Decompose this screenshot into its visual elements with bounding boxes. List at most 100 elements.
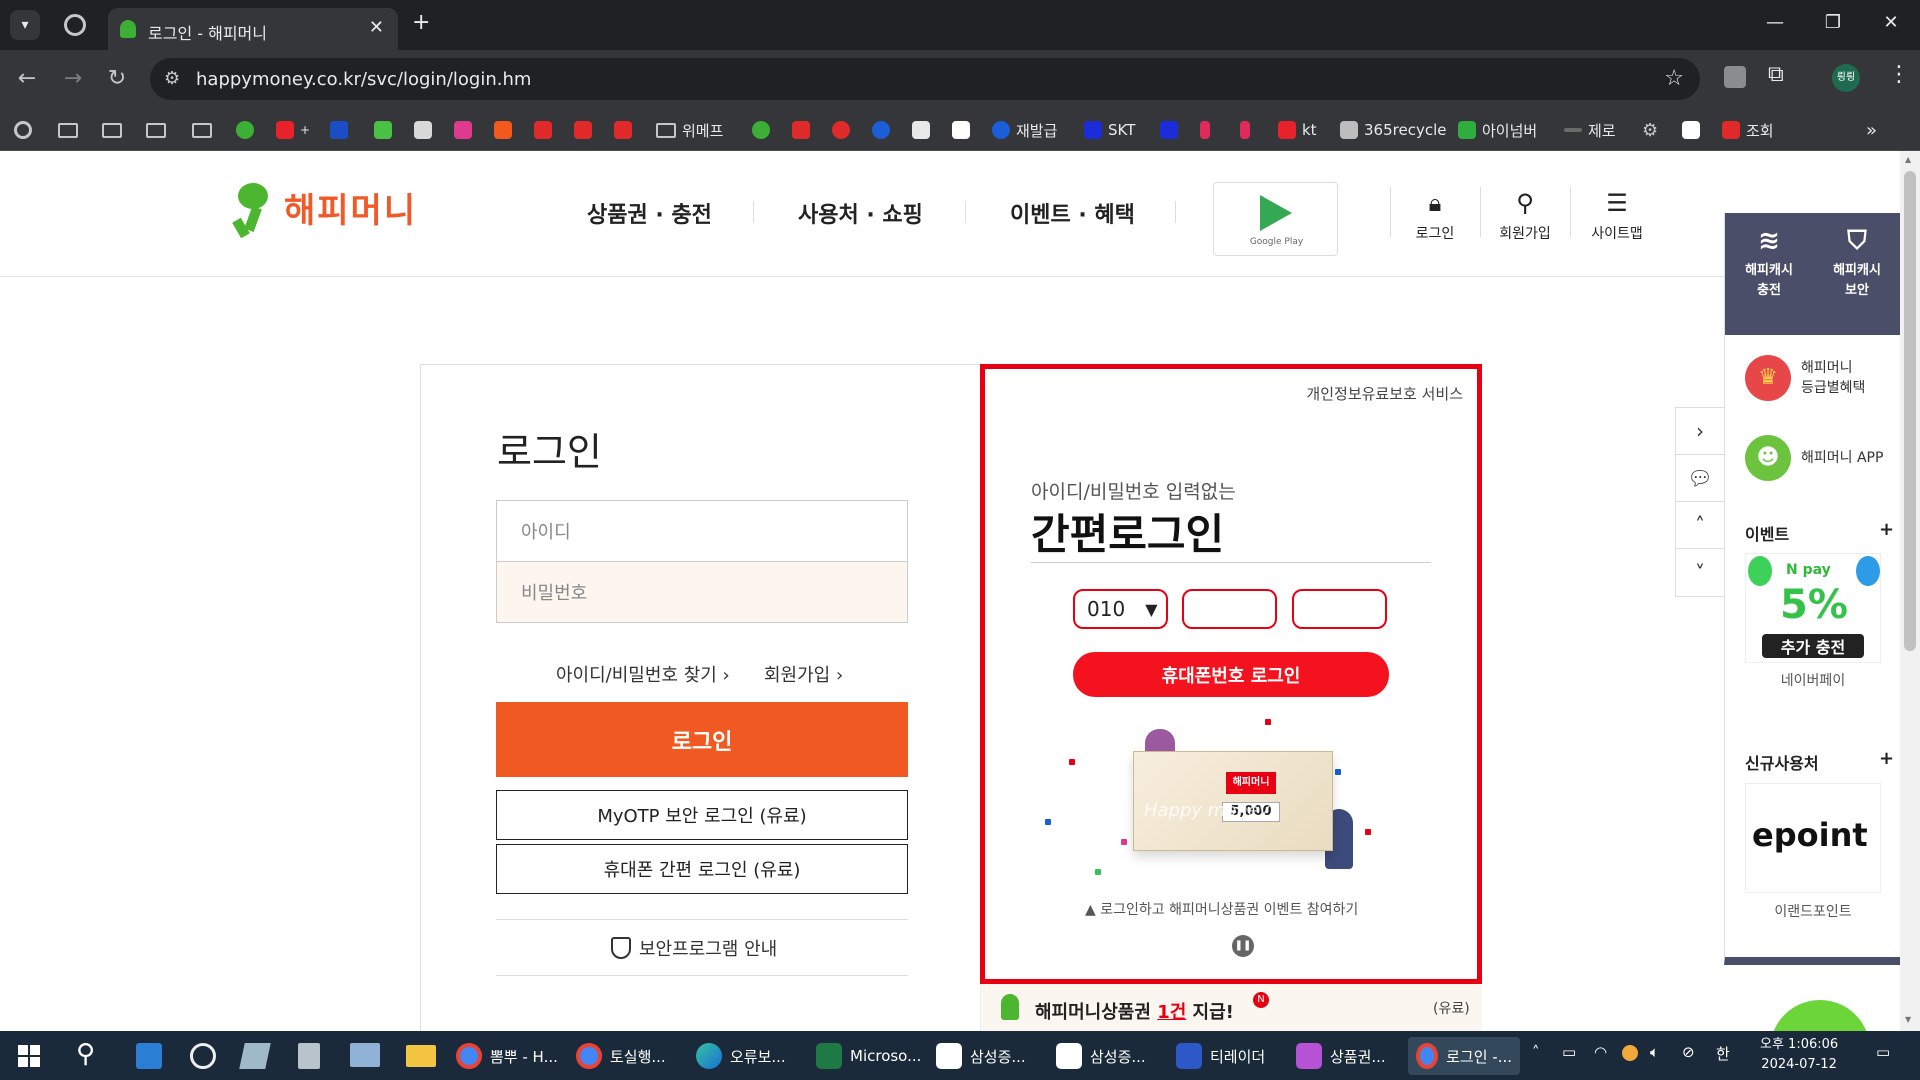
- bookmark-inumber[interactable]: 아이넘버: [1458, 118, 1537, 142]
- bookmark-site[interactable]: [534, 118, 552, 142]
- extension-icon[interactable]: [1724, 66, 1746, 88]
- myotp-login-button[interactable]: MyOTP 보안 로그인 (유료): [496, 790, 908, 840]
- close-icon[interactable]: ✕: [369, 17, 384, 38]
- wifi-icon[interactable]: ◠: [1594, 1043, 1607, 1061]
- security-program-guide-link[interactable]: 보안프로그램 안내: [611, 935, 777, 961]
- pause-icon[interactable]: ❚❚: [1232, 935, 1254, 957]
- chevron-up-icon[interactable]: ˄: [1676, 502, 1724, 549]
- bookmark-star-icon[interactable]: ☆: [1664, 66, 1684, 91]
- taskbar-item[interactable]: 토실행...: [568, 1037, 674, 1075]
- chevron-right-icon[interactable]: ›: [1676, 408, 1724, 455]
- phone-number-login-button[interactable]: 휴대폰번호 로그인: [1073, 652, 1389, 697]
- windows-start-icon[interactable]: [18, 1045, 40, 1067]
- restore-icon[interactable]: ❐: [1818, 12, 1848, 33]
- explorer-folder-icon[interactable]: [406, 1045, 436, 1067]
- taskbar-item[interactable]: 삼성증...: [928, 1037, 1034, 1075]
- bookmark-site[interactable]: [574, 118, 592, 142]
- grade-benefit-link[interactable]: ♛ 해피머니 등급별혜택: [1745, 355, 1865, 401]
- bookmark-folder-3[interactable]: [146, 118, 166, 142]
- bookmark-skt[interactable]: SKT: [1084, 118, 1135, 142]
- bookmark-site[interactable]: [236, 118, 254, 142]
- bookmark-site[interactable]: [330, 118, 348, 142]
- bottom-promo-banner[interactable]: 해피머니상품권 1건 지급! N (유료): [980, 984, 1482, 1031]
- nav-gift-charge[interactable]: 상품권 · 충전: [587, 197, 712, 229]
- bookmark-folder-1[interactable]: [58, 118, 78, 142]
- mute-icon[interactable]: ⊘: [1682, 1043, 1695, 1061]
- bookmark-gear[interactable]: ⚙: [1642, 118, 1658, 142]
- bookmark-365recycle[interactable]: 365recycle: [1340, 118, 1446, 142]
- bookmark-site[interactable]: [1200, 118, 1210, 142]
- reload-icon[interactable]: ↻: [102, 66, 132, 91]
- bookmark-site[interactable]: +: [276, 118, 310, 142]
- happymoney-app-link[interactable]: ☻ 해피머니 APP: [1745, 435, 1883, 481]
- taskbar-item[interactable]: 상품권...: [1288, 1037, 1394, 1075]
- clock-app-icon[interactable]: [190, 1043, 216, 1069]
- bookmark-site[interactable]: [1240, 118, 1250, 142]
- taskbar-item[interactable]: 오류보...: [688, 1037, 794, 1075]
- notification-icon[interactable]: ▭: [1876, 1043, 1890, 1061]
- phone-middle-input[interactable]: [1182, 589, 1277, 629]
- taskbar-item[interactable]: Microso...: [808, 1037, 929, 1075]
- minimize-icon[interactable]: —: [1760, 12, 1790, 33]
- bookmark-site[interactable]: [1160, 118, 1178, 142]
- more-bookmarks-icon[interactable]: »: [1866, 118, 1877, 142]
- happycash-security-button[interactable]: ⛉ 해피캐시 보안: [1813, 228, 1901, 301]
- computer-icon[interactable]: [350, 1043, 380, 1067]
- happycash-charge-button[interactable]: ≋ 해피캐시 충전: [1725, 228, 1813, 301]
- bookmark-site[interactable]: [614, 118, 632, 142]
- chat-icon[interactable]: 💬︎: [1676, 455, 1724, 502]
- bookmark-folder-4[interactable]: [192, 118, 212, 142]
- login-button[interactable]: 로그인: [496, 702, 908, 777]
- scrollbar-thumb[interactable]: [1904, 171, 1916, 651]
- bookmark-site[interactable]: [912, 118, 930, 142]
- tray-overflow-icon[interactable]: ˄: [1532, 1043, 1540, 1061]
- menu-icon[interactable]: ⋮: [1888, 62, 1910, 87]
- taskview-icon[interactable]: [136, 1043, 162, 1069]
- search-icon[interactable]: ⚲: [76, 1039, 95, 1069]
- new-tab-button[interactable]: +: [412, 10, 430, 35]
- util-join[interactable]: ⚲ 회원가입: [1485, 189, 1565, 243]
- back-icon[interactable]: ←: [12, 66, 42, 91]
- bookmark-site[interactable]: [1682, 118, 1700, 142]
- taskbar-item[interactable]: 티레이더: [1168, 1037, 1273, 1075]
- bookmark-folder-2[interactable]: [102, 118, 122, 142]
- site-info-icon[interactable]: ⚙: [164, 68, 180, 89]
- ime-indicator[interactable]: 한: [1716, 1043, 1730, 1064]
- join-link[interactable]: 회원가입 ›: [764, 661, 843, 687]
- taskbar-item-active[interactable]: 로그인 -...: [1408, 1037, 1520, 1075]
- battery-icon[interactable]: ▭: [1562, 1043, 1576, 1061]
- bookmark-site[interactable]: [414, 118, 432, 142]
- util-login[interactable]: 🔒︎ 로그인: [1395, 189, 1475, 243]
- taskbar-item[interactable]: 뽐뿌 - H...: [448, 1037, 566, 1075]
- bookmark-wemakeprice[interactable]: 위메프: [656, 118, 723, 142]
- avatar[interactable]: 릥릥: [1832, 64, 1860, 92]
- bookmark-lookup[interactable]: 조회: [1722, 118, 1774, 142]
- event-more-icon[interactable]: +: [1879, 519, 1894, 540]
- notes-app-icon[interactable]: [239, 1043, 271, 1069]
- nav-event-benefit[interactable]: 이벤트 · 혜택: [1010, 197, 1135, 229]
- bookmark-kt[interactable]: kt: [1278, 118, 1317, 142]
- new-merchant-more-icon[interactable]: +: [1879, 748, 1894, 769]
- phone-easy-login-button[interactable]: 휴대폰 간편 로그인 (유료): [496, 844, 908, 894]
- tab-active[interactable]: 로그인 - 해피머니 ✕: [108, 8, 398, 50]
- taskbar-item[interactable]: 삼성증...: [1048, 1037, 1154, 1075]
- bookmark-reissue[interactable]: 재발급: [992, 118, 1057, 142]
- bookmark-chrome-icon[interactable]: [14, 118, 32, 142]
- bookmark-site[interactable]: [374, 118, 392, 142]
- chrome-icon[interactable]: [64, 14, 86, 36]
- scroll-up-icon[interactable]: ▲: [1905, 155, 1911, 164]
- phone-last-input[interactable]: [1292, 589, 1387, 629]
- bookmark-site[interactable]: [494, 118, 512, 142]
- bookmark-site[interactable]: [952, 118, 970, 142]
- util-sitemap[interactable]: ☰ 사이트맵: [1577, 189, 1657, 243]
- weather-icon[interactable]: [1622, 1045, 1638, 1061]
- password-input[interactable]: 비밀번호: [496, 561, 908, 623]
- bookmark-site[interactable]: [872, 118, 890, 142]
- page-scrollbar[interactable]: ▲ ▼: [1900, 151, 1920, 1031]
- address-bar[interactable]: ⚙ happymoney.co.kr/svc/login/login.hm ☆: [150, 58, 1700, 100]
- volume-icon[interactable]: 🔈︎: [1650, 1043, 1659, 1061]
- site-logo[interactable]: 해피머니: [232, 179, 417, 239]
- bookmark-zero[interactable]: 제로: [1564, 118, 1616, 142]
- window-close-icon[interactable]: ✕: [1876, 12, 1906, 33]
- google-play-button[interactable]: Google Play: [1213, 182, 1338, 256]
